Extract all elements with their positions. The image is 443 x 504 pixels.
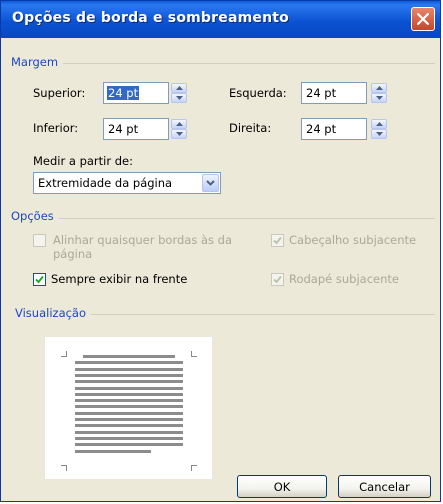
inferior-spinner[interactable] [171, 119, 187, 139]
superior-label: Superior: [33, 86, 86, 100]
preview-line [75, 399, 183, 403]
medir-dropdown-button[interactable] [202, 174, 219, 192]
medir-label: Medir a partir de: [33, 154, 133, 168]
preview-line [75, 361, 183, 365]
close-icon [417, 13, 429, 25]
alinhar-label-line2: página [53, 247, 93, 261]
sempre-label: Sempre exibir na frente [51, 272, 188, 286]
superior-input[interactable]: 24 pt [103, 82, 169, 104]
corner-mark-top-right [191, 351, 197, 357]
section-visualizacao-label: Visualização [15, 306, 87, 320]
esquerda-input[interactable]: 24 pt [301, 82, 367, 104]
ok-button[interactable]: OK [237, 475, 327, 498]
direita-value: 24 pt [306, 122, 337, 136]
direita-input[interactable]: 24 pt [301, 118, 367, 140]
section-visualizacao-divider [91, 314, 435, 315]
corner-mark-top-left [61, 351, 67, 357]
preview-line [75, 424, 183, 428]
arrow-up-icon [176, 122, 183, 126]
preview-line [75, 449, 151, 453]
section-opcoes-divider [59, 218, 435, 219]
checkmark-icon [273, 236, 282, 245]
esquerda-spin-up[interactable] [371, 83, 387, 93]
cancel-button-label: Cancelar [359, 480, 410, 494]
corner-mark-bottom-left [61, 465, 67, 471]
arrow-down-icon [176, 96, 183, 100]
esquerda-value: 24 pt [306, 86, 337, 100]
section-margem-divider [63, 63, 435, 64]
superior-spin-up[interactable] [171, 83, 187, 93]
rodape-checkbox[interactable] [271, 273, 284, 286]
inferior-label: Inferior: [33, 121, 79, 135]
preview-line [75, 436, 183, 440]
arrow-down-icon [376, 96, 383, 100]
esquerda-spinner[interactable] [371, 83, 387, 103]
medir-select[interactable]: Extremidade da página [33, 172, 221, 194]
esquerda-label: Esquerda: [229, 86, 287, 100]
preview-line [75, 405, 183, 409]
checkmark-icon [273, 275, 282, 284]
rodape-label: Rodapé subjacente [289, 272, 399, 286]
superior-spin-down[interactable] [171, 93, 187, 103]
direita-spin-up[interactable] [371, 119, 387, 129]
preview-line [75, 430, 183, 434]
arrow-up-icon [376, 86, 383, 90]
arrow-down-icon [176, 132, 183, 136]
cabecalho-label: Cabeçalho subjacente [289, 233, 417, 247]
dialog-window: Opções de borda e sombreamento Margem Su… [0, 0, 441, 502]
inferior-spin-up[interactable] [171, 119, 187, 129]
alinhar-checkbox[interactable] [33, 234, 46, 247]
corner-mark-bottom-right [191, 465, 197, 471]
sempre-checkbox[interactable] [33, 273, 46, 286]
preview-line [75, 367, 183, 371]
section-opcoes-label: Opções [11, 209, 54, 223]
ok-button-label: OK [273, 480, 291, 494]
cabecalho-checkbox[interactable] [271, 234, 284, 247]
alinhar-label-line1: Alinhar quaisquer bordas às da [53, 233, 233, 247]
preview-line [75, 380, 183, 384]
direita-spin-down[interactable] [371, 129, 387, 139]
arrow-up-icon [176, 86, 183, 90]
direita-label: Direita: [229, 121, 272, 135]
preview-line [75, 392, 183, 396]
preview-page [45, 337, 212, 479]
title-bar[interactable]: Opções de borda e sombreamento [1, 1, 440, 38]
preview-line [75, 373, 183, 377]
checkmark-icon [35, 275, 44, 284]
preview-line [75, 386, 183, 390]
preview-line [75, 443, 183, 447]
dialog-title: Opções de borda e sombreamento [12, 10, 289, 26]
medir-value: Extremidade da página [38, 176, 173, 190]
inferior-input[interactable]: 24 pt [103, 118, 169, 140]
superior-value: 24 pt [107, 86, 140, 100]
preview-line [75, 411, 183, 415]
cancel-button[interactable]: Cancelar [338, 475, 431, 498]
inferior-spin-down[interactable] [171, 129, 187, 139]
inferior-value: 24 pt [108, 122, 139, 136]
close-button[interactable] [411, 7, 435, 31]
section-margem-label: Margem [11, 55, 59, 69]
superior-spinner[interactable] [171, 83, 187, 103]
arrow-up-icon [376, 122, 383, 126]
preview-line [75, 418, 183, 421]
arrow-down-icon [376, 132, 383, 136]
chevron-down-icon [206, 180, 215, 186]
direita-spinner[interactable] [371, 119, 387, 139]
esquerda-spin-down[interactable] [371, 93, 387, 103]
preview-line [83, 355, 175, 358]
